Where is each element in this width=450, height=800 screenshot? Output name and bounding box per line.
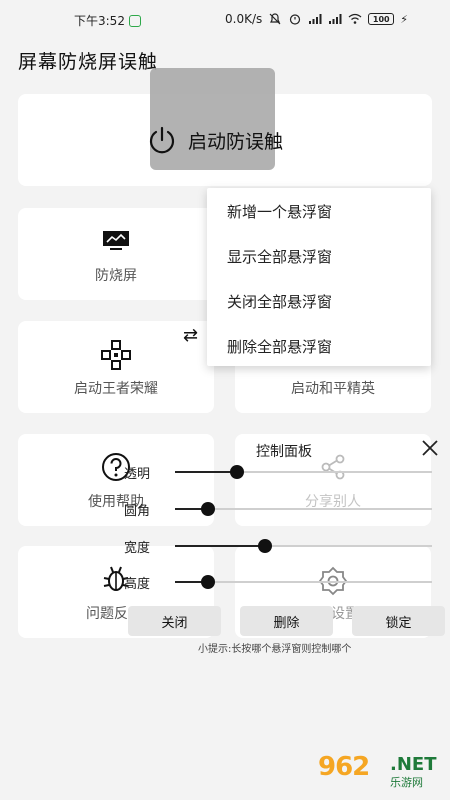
launch-wzry-label: 启动王者荣耀 [74,381,158,397]
swap-arrows-icon: ⇄ [183,325,199,346]
status-bar: 下午3:52 0.0K/s 100 ⚡ [0,0,450,40]
notification-icon [128,14,141,27]
panel-hint-text: 小提示:长按哪个悬浮窗则控制哪个 [198,644,352,655]
menu-item-show-all[interactable]: 显示全部悬浮窗 [227,246,332,267]
menu-item-hide-all[interactable]: 关闭全部悬浮窗 [227,291,332,312]
menu-item-add-window[interactable]: 新增一个悬浮窗 [227,201,332,222]
watermark-net: .NET [390,754,437,775]
page-title: 屏幕防烧屏误触 [18,51,159,73]
close-icon[interactable] [420,438,440,458]
mute-bell-icon [269,13,281,25]
power-icon [149,126,175,154]
slider-thumb[interactable] [229,465,244,479]
control-panel-title: 控制面板 [256,444,312,460]
slider-thumb[interactable] [257,539,272,553]
corner-radius-label: 圆角 [124,504,151,519]
launch-hpjy-label: 启动和平精英 [291,381,375,397]
watermark-cn: 乐游网 [390,776,423,789]
slider-thumb[interactable] [201,575,216,589]
battery-icon: 100 [368,13,395,25]
slider-thumb[interactable] [201,502,216,516]
net-speed: 0.0K/s [225,12,263,26]
start-anti-touch-button[interactable]: 启动防误触 [146,124,283,156]
panel-lock-button[interactable]: 锁定 [352,606,445,636]
monitor-icon [103,231,129,250]
opacity-label: 透明 [124,467,151,482]
start-anti-touch-label: 启动防误触 [188,130,284,153]
opacity-slider[interactable]: 透明 [120,462,432,482]
panel-delete-button[interactable]: 删除 [240,606,333,636]
site-watermark-logo: 962 .NET 乐游网 [318,752,446,792]
width-slider[interactable]: 宽度 [120,536,432,556]
menu-item-delete-all[interactable]: 删除全部悬浮窗 [227,336,332,357]
anti-burn-label: 防烧屏 [95,268,137,284]
gamepad-icon [101,340,131,370]
charging-icon: ⚡ [400,12,408,26]
anti-burn-card[interactable]: 防烧屏 [18,208,214,300]
status-right-group: 0.0K/s 100 ⚡ [225,12,408,26]
wifi-icon [348,13,362,24]
status-time-group: 下午3:52 [74,12,141,29]
width-label: 宽度 [124,541,151,556]
alarm-icon [290,14,301,25]
height-label: 高度 [124,577,151,592]
watermark-number: 962 [318,752,370,782]
signal-1-icon [309,14,322,24]
signal-2-icon [329,14,342,24]
slider-fill [175,471,237,473]
height-slider[interactable]: 高度 [120,572,432,592]
panel-close-button[interactable]: 关闭 [128,606,221,636]
slider-fill [175,545,265,547]
popup-menu: 新增一个悬浮窗 显示全部悬浮窗 关闭全部悬浮窗 删除全部悬浮窗 [207,188,431,366]
status-time: 下午3:52 [74,14,125,28]
corner-radius-slider[interactable]: 圆角 [120,499,432,519]
